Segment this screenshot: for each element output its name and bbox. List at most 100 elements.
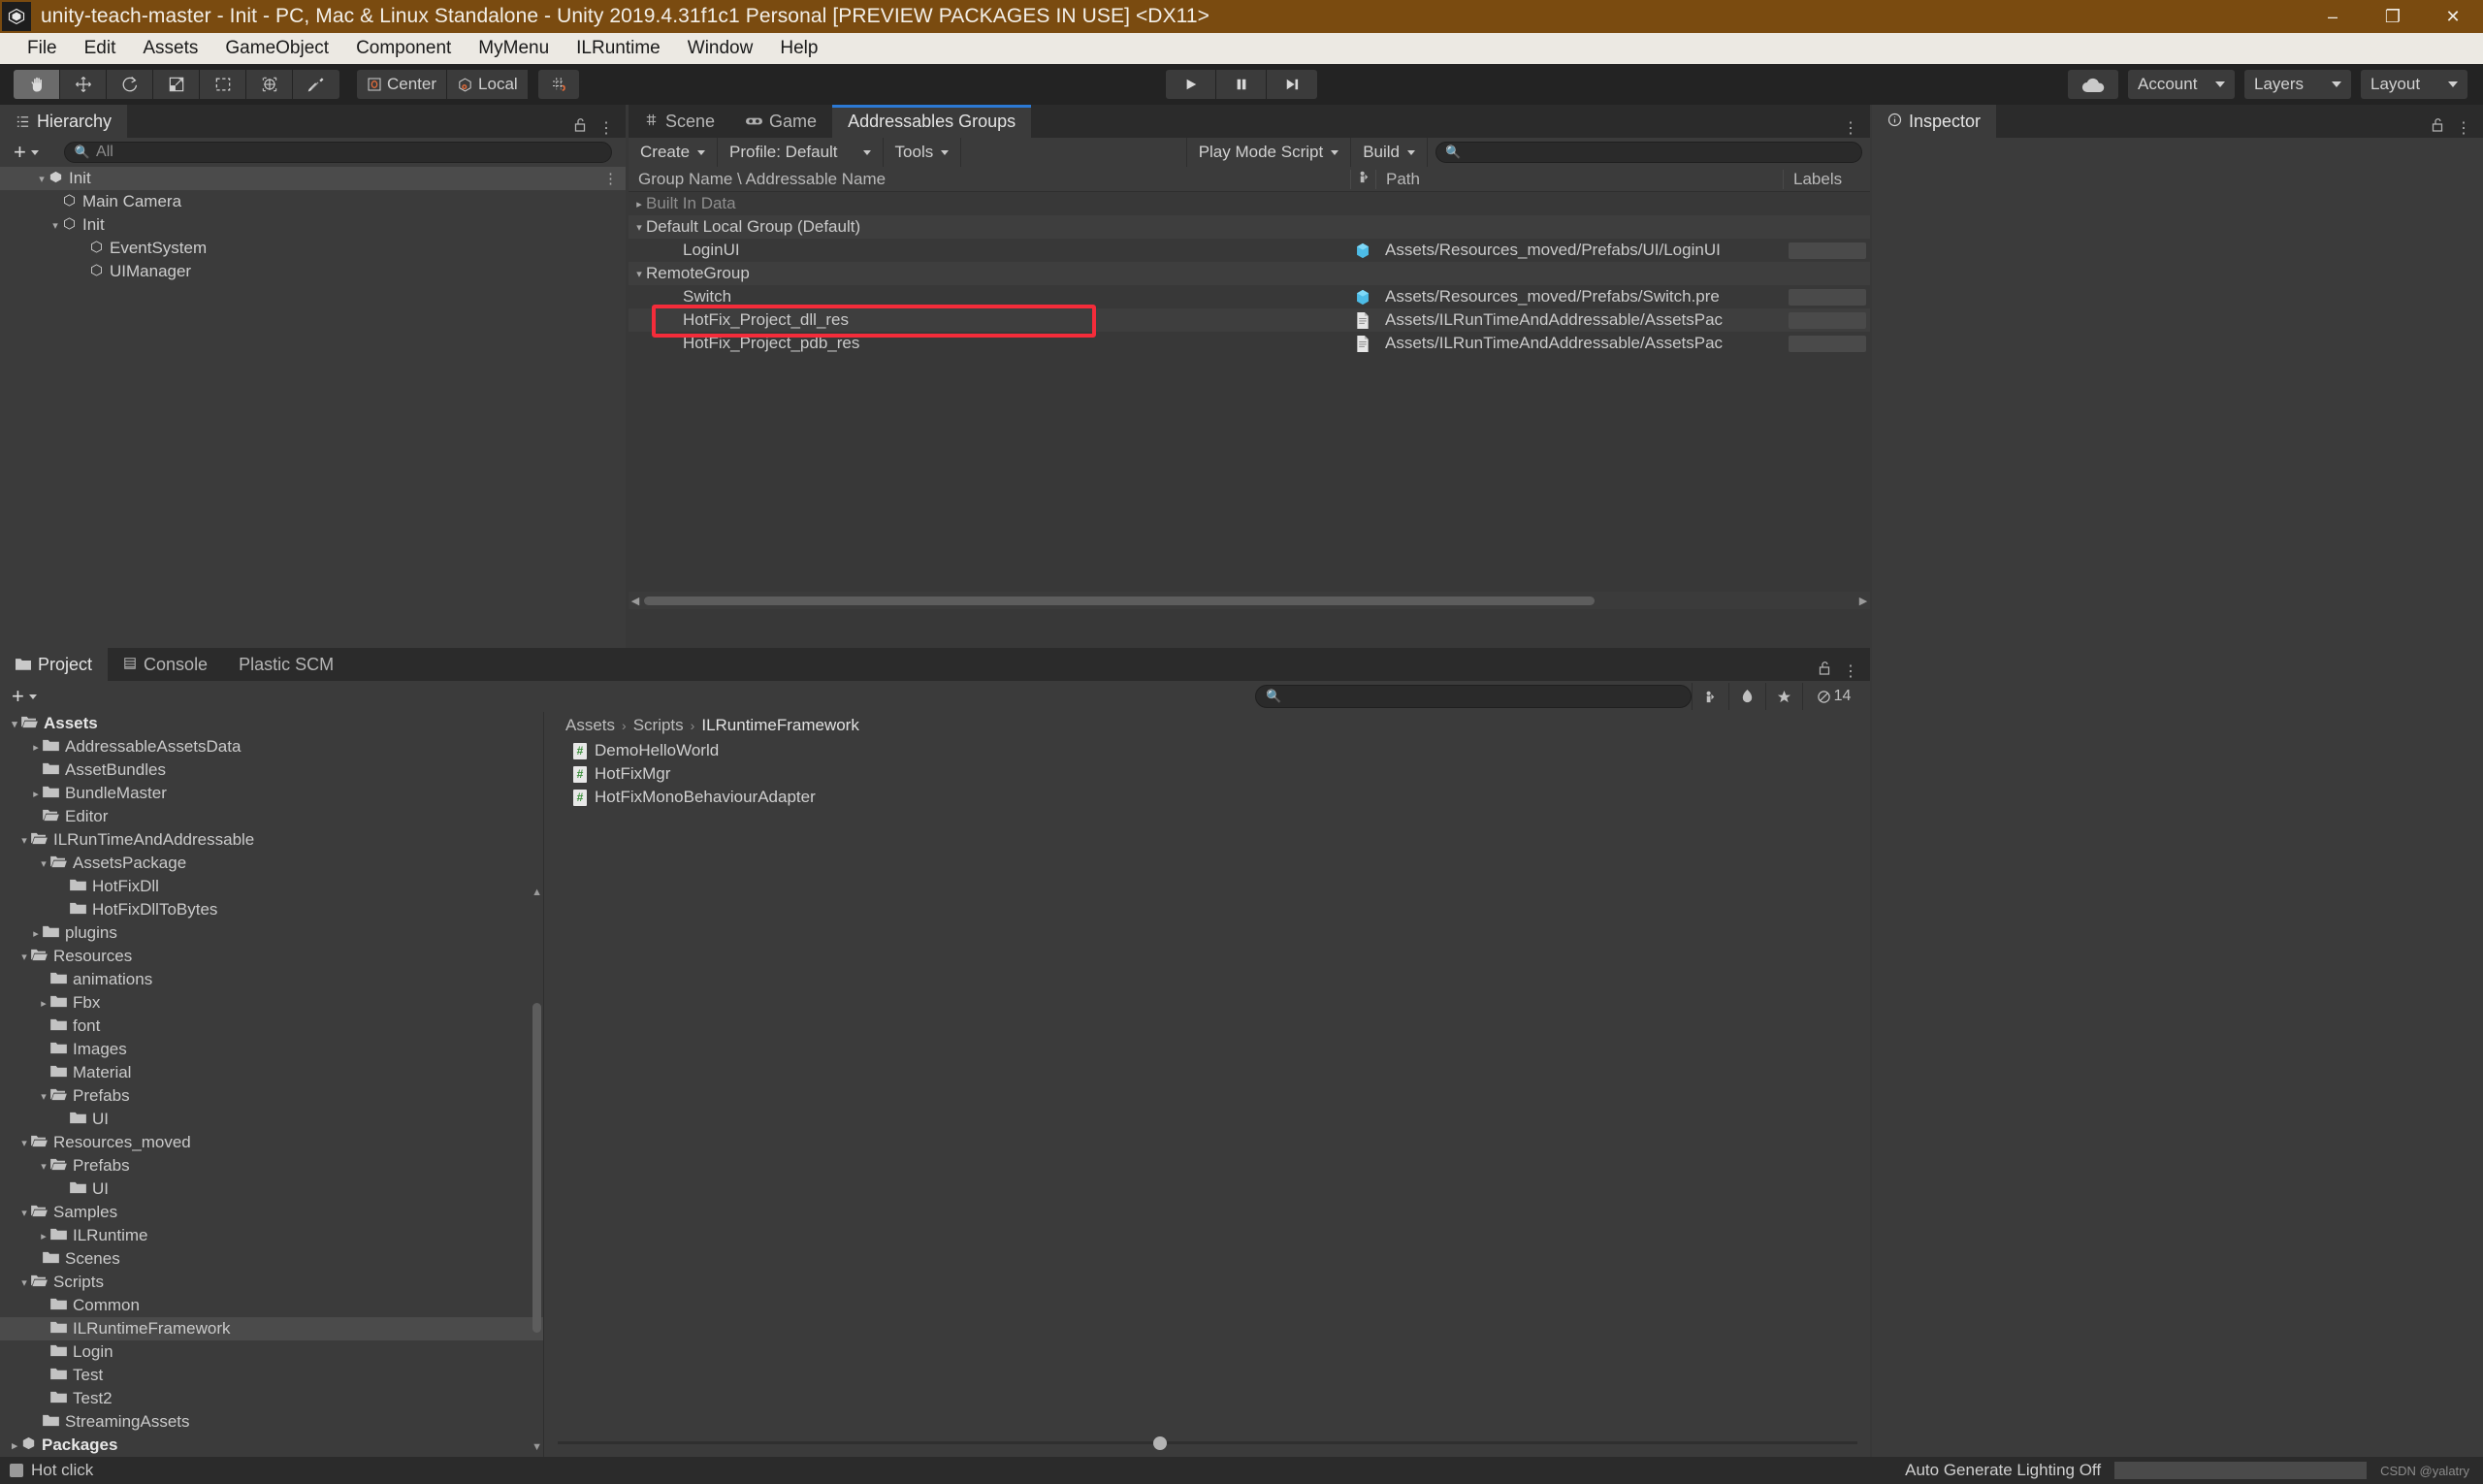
menu-component[interactable]: Component — [342, 35, 465, 62]
tree-row-resources-moved[interactable]: ▾ Resources_moved — [0, 1131, 543, 1154]
label-pill[interactable] — [1789, 311, 1866, 329]
expand-triangle-icon[interactable]: ▾ — [17, 834, 31, 847]
search-by-type-icon[interactable] — [1692, 683, 1728, 710]
scroll-right-arrow-icon[interactable]: ▶ — [1856, 595, 1870, 607]
scroll-left-arrow-icon[interactable]: ◀ — [629, 595, 642, 607]
menu-ilruntime[interactable]: ILRuntime — [563, 35, 674, 62]
tree-row-resources[interactable]: ▾ Resources — [0, 945, 543, 968]
tree-row-common[interactable]: Common — [0, 1294, 543, 1317]
tree-row-assetbundles[interactable]: ▸AssetBundles — [0, 758, 543, 782]
addressable-group-row[interactable]: ▾ Default Local Group (Default) — [629, 215, 1870, 239]
lock-icon[interactable] — [573, 117, 587, 138]
lock-icon[interactable] — [1818, 661, 1831, 681]
tab-console[interactable]: Console — [108, 648, 223, 681]
cloud-icon[interactable] — [2068, 70, 2118, 99]
labels-cell[interactable] — [1783, 311, 1870, 329]
tree-row-hotfixdlltobytes[interactable]: HotFixDllToBytes — [0, 898, 543, 921]
tree-row-packages[interactable]: ▸ Packages — [0, 1434, 543, 1457]
expand-triangle-icon[interactable]: ▾ — [35, 173, 48, 185]
tab-scene[interactable]: Scene — [629, 105, 730, 138]
tree-row-scenes[interactable]: ▸Scenes — [0, 1247, 543, 1271]
close-button[interactable]: ✕ — [2423, 0, 2483, 33]
rotate-tool-button[interactable] — [107, 70, 153, 99]
layout-dropdown[interactable]: Layout — [2361, 70, 2467, 99]
tools-dropdown[interactable]: Tools — [884, 138, 962, 167]
tree-row-test2[interactable]: Test2 — [0, 1387, 543, 1410]
tree-row-moved-prefabs[interactable]: ▾ Prefabs — [0, 1154, 543, 1178]
expand-triangle-icon[interactable]: ▾ — [17, 951, 31, 963]
move-tool-button[interactable] — [60, 70, 107, 99]
tree-row-editor[interactable]: ▸Editor — [0, 805, 543, 828]
layers-dropdown[interactable]: Layers — [2244, 70, 2351, 99]
tree-row-test[interactable]: Test — [0, 1364, 543, 1387]
tree-row-samples[interactable]: ▾ Samples — [0, 1201, 543, 1224]
search-by-label-icon[interactable] — [1728, 683, 1765, 710]
hierarchy-row-uimanager[interactable]: UIManager — [0, 260, 626, 283]
expand-triangle-icon[interactable]: ▸ — [37, 997, 50, 1010]
tree-row-assetspackage[interactable]: ▾ AssetsPackage — [0, 852, 543, 875]
tree-row-addressableassetsdata[interactable]: ▸ AddressableAssetsData — [0, 735, 543, 758]
tree-row-prefabs-ui[interactable]: UI — [0, 1108, 543, 1131]
favorites-star-icon[interactable] — [1765, 683, 1802, 710]
tree-row-moved-ui[interactable]: UI — [0, 1178, 543, 1201]
status-message-area[interactable]: Hot click — [0, 1461, 93, 1480]
column-header-group-name[interactable]: Group Name \ Addressable Name — [629, 170, 1350, 189]
expand-triangle-icon[interactable]: ▾ — [37, 1090, 50, 1103]
hierarchy-row-init[interactable]: ▾ Init — [0, 213, 626, 237]
breadcrumb-assets[interactable]: Assets — [565, 716, 615, 735]
panel-menu-kebab-icon[interactable]: ⋮ — [2456, 118, 2471, 138]
maximize-button[interactable]: ❐ — [2363, 0, 2423, 33]
tree-row-animations[interactable]: animations — [0, 968, 543, 991]
labels-cell[interactable] — [1783, 288, 1870, 306]
tree-row-streamingassets[interactable]: ▸StreamingAssets — [0, 1410, 543, 1434]
label-pill[interactable] — [1789, 288, 1866, 306]
labels-cell[interactable] — [1783, 242, 1870, 259]
thumbnail-zoom-slider[interactable] — [544, 1436, 1870, 1450]
hierarchy-row-main-camera[interactable]: Main Camera — [0, 190, 626, 213]
rect-tool-button[interactable] — [200, 70, 246, 99]
zoom-slider-handle[interactable] — [1152, 1436, 1167, 1450]
labels-cell[interactable] — [1783, 335, 1870, 352]
expand-triangle-icon[interactable]: ▾ — [8, 718, 21, 730]
expand-triangle-icon[interactable]: ▸ — [29, 788, 43, 800]
column-header-icon[interactable] — [1350, 169, 1375, 189]
tree-row-hotfixdll[interactable]: HotFixDll — [0, 875, 543, 898]
expand-triangle-icon[interactable]: ▸ — [29, 741, 43, 754]
tree-row-ilruntimeframework[interactable]: ILRuntimeFramework — [0, 1317, 543, 1340]
hierarchy-add-button[interactable]: + — [8, 140, 45, 165]
addressable-entry-row[interactable]: LoginUI Assets/Resources_moved/Prefabs/U… — [629, 239, 1870, 262]
breadcrumb-scripts[interactable]: Scripts — [633, 716, 684, 735]
profile-dropdown[interactable]: Profile: Default — [718, 138, 884, 167]
addressable-entry-row[interactable]: HotFix_Project_pdb_res Assets/ILRunTimeA… — [629, 332, 1870, 355]
hierarchy-row-init-scene[interactable]: ▾ Init ⋮ — [0, 167, 626, 190]
create-dropdown[interactable]: Create — [629, 138, 719, 167]
file-row-hotfixmgr[interactable]: # HotFixMgr — [544, 762, 1870, 786]
panel-menu-kebab-icon[interactable]: ⋮ — [1843, 118, 1858, 138]
tree-row-fbx[interactable]: ▸ Fbx — [0, 991, 543, 1015]
tree-row-material[interactable]: Material — [0, 1061, 543, 1084]
addressable-entry-row[interactable]: HotFix_Project_dll_res Assets/ILRunTimeA… — [629, 308, 1870, 332]
step-button[interactable] — [1267, 70, 1317, 99]
hierarchy-search-input[interactable]: 🔍 All — [63, 142, 612, 163]
tree-row-ilruntime[interactable]: ▸ ILRuntime — [0, 1224, 543, 1247]
expand-triangle-icon[interactable]: ▸ — [8, 1439, 21, 1452]
panel-menu-kebab-icon[interactable]: ⋮ — [1843, 661, 1858, 681]
tab-plastic-scm[interactable]: Plastic SCM — [223, 648, 349, 681]
expand-triangle-icon[interactable]: ▸ — [632, 198, 646, 210]
expand-triangle-icon[interactable]: ▾ — [48, 219, 62, 232]
panel-menu-kebab-icon[interactable]: ⋮ — [598, 118, 614, 138]
project-search-input[interactable]: 🔍 — [1255, 685, 1692, 708]
expand-triangle-icon[interactable]: ▾ — [17, 1276, 31, 1289]
tree-scroll-up-arrow-icon[interactable]: ▲ — [532, 887, 542, 898]
handle-rotation-button[interactable]: Local — [447, 70, 529, 99]
menu-file[interactable]: File — [14, 35, 71, 62]
scrollbar-thumb[interactable] — [644, 596, 1595, 605]
play-button[interactable] — [1166, 70, 1216, 99]
file-row-demohelloworld[interactable]: # DemoHelloWorld — [544, 739, 1870, 762]
file-row-hotfixmonobehaviouradapter[interactable]: # HotFixMonoBehaviourAdapter — [544, 786, 1870, 809]
menu-gameobject[interactable]: GameObject — [211, 35, 342, 62]
tree-row-login[interactable]: Login — [0, 1340, 543, 1364]
tab-project[interactable]: Project — [0, 648, 109, 681]
hierarchy-row-eventsystem[interactable]: EventSystem — [0, 237, 626, 260]
addressable-entry-row[interactable]: Switch Assets/Resources_moved/Prefabs/Sw… — [629, 285, 1870, 308]
